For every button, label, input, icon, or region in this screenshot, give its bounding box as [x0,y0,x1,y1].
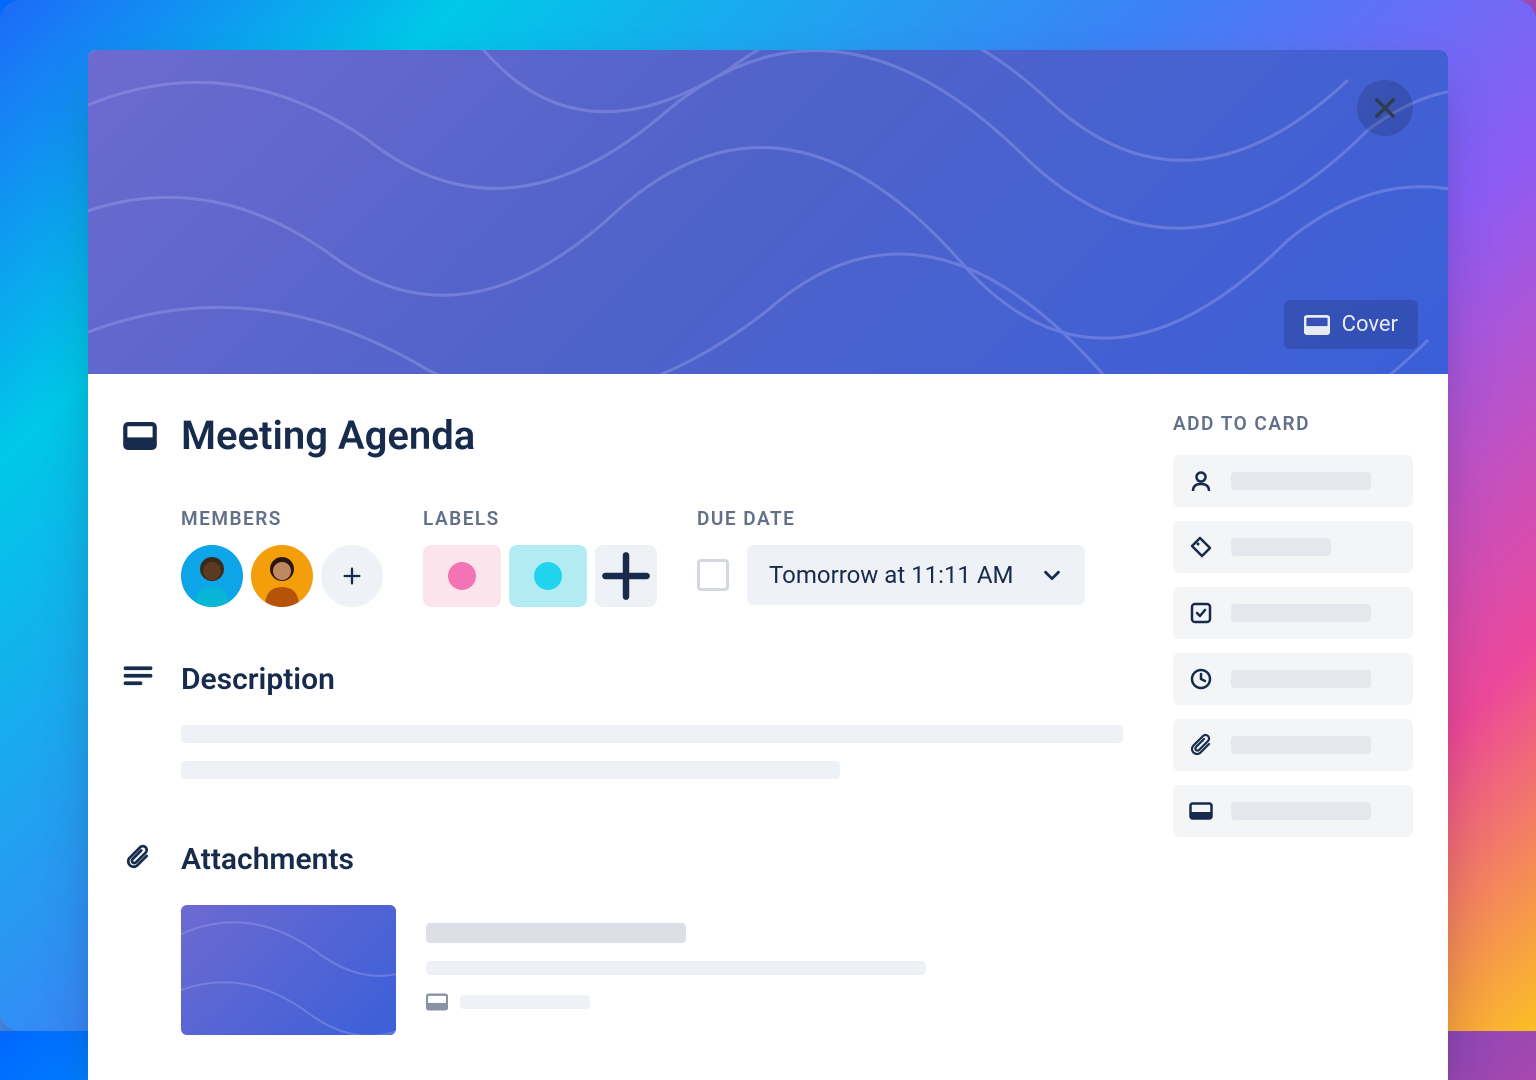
attachment-icon [123,844,153,870]
cover-icon [1189,799,1213,823]
sidebar-attachment-button[interactable] [1173,719,1413,771]
due-date-checkbox[interactable] [697,559,729,591]
due-date-button[interactable]: Tomorrow at 11:11 AM [747,545,1085,605]
avatar-illustration [181,545,243,607]
user-icon [1189,469,1213,493]
due-date-label: DUE DATE [697,507,1085,530]
attachments-title: Attachments [181,842,1123,877]
description-placeholder[interactable] [181,725,1123,743]
plus-icon [595,545,657,607]
checklist-icon [1189,601,1213,625]
description-title: Description [181,662,1123,697]
sidebar-checklist-button[interactable] [1173,587,1413,639]
attachments-section: Attachments [123,842,1123,1035]
cover-button[interactable]: Cover [1284,300,1418,349]
add-to-card-sidebar: ADD TO CARD [1173,412,1413,1080]
description-icon [123,664,153,690]
attachment-icon [1189,733,1213,757]
labels-block: LABELS [423,507,657,607]
description-section: Description [123,662,1123,797]
sidebar-cover-button[interactable] [1173,785,1413,837]
close-icon [1371,94,1399,122]
sidebar-labels-button[interactable] [1173,521,1413,573]
add-to-card-label: ADD TO CARD [1173,412,1413,435]
cover-button-label: Cover [1342,312,1398,337]
plus-icon [341,565,363,587]
sidebar-members-button[interactable] [1173,455,1413,507]
clock-icon [1189,667,1213,691]
attachment-thumbnail[interactable] [181,905,396,1035]
cover-icon [1304,315,1330,335]
labels-label: LABELS [423,507,657,530]
member-avatar[interactable] [251,545,313,607]
label-chip[interactable] [423,545,501,607]
sidebar-dates-button[interactable] [1173,653,1413,705]
close-button[interactable] [1357,80,1413,136]
chevron-down-icon [1041,564,1063,586]
card-cover: Cover [88,50,1448,374]
description-placeholder[interactable] [181,761,840,779]
card-title[interactable]: Meeting Agenda [181,412,475,459]
avatar-illustration [251,545,313,607]
members-block: MEMBERS [181,507,383,607]
tag-icon [1189,535,1213,559]
card-icon [123,422,157,450]
attachment-meta [426,905,1123,1035]
card-modal: Cover Meeting Agenda MEMBERS [88,50,1448,1080]
members-label: MEMBERS [181,507,383,530]
add-member-button[interactable] [321,545,383,607]
add-label-button[interactable] [595,545,657,607]
due-date-value: Tomorrow at 11:11 AM [769,561,1013,589]
label-chip[interactable] [509,545,587,607]
due-date-block: DUE DATE Tomorrow at 11:11 AM [697,507,1085,607]
cover-icon [426,993,448,1011]
member-avatar[interactable] [181,545,243,607]
